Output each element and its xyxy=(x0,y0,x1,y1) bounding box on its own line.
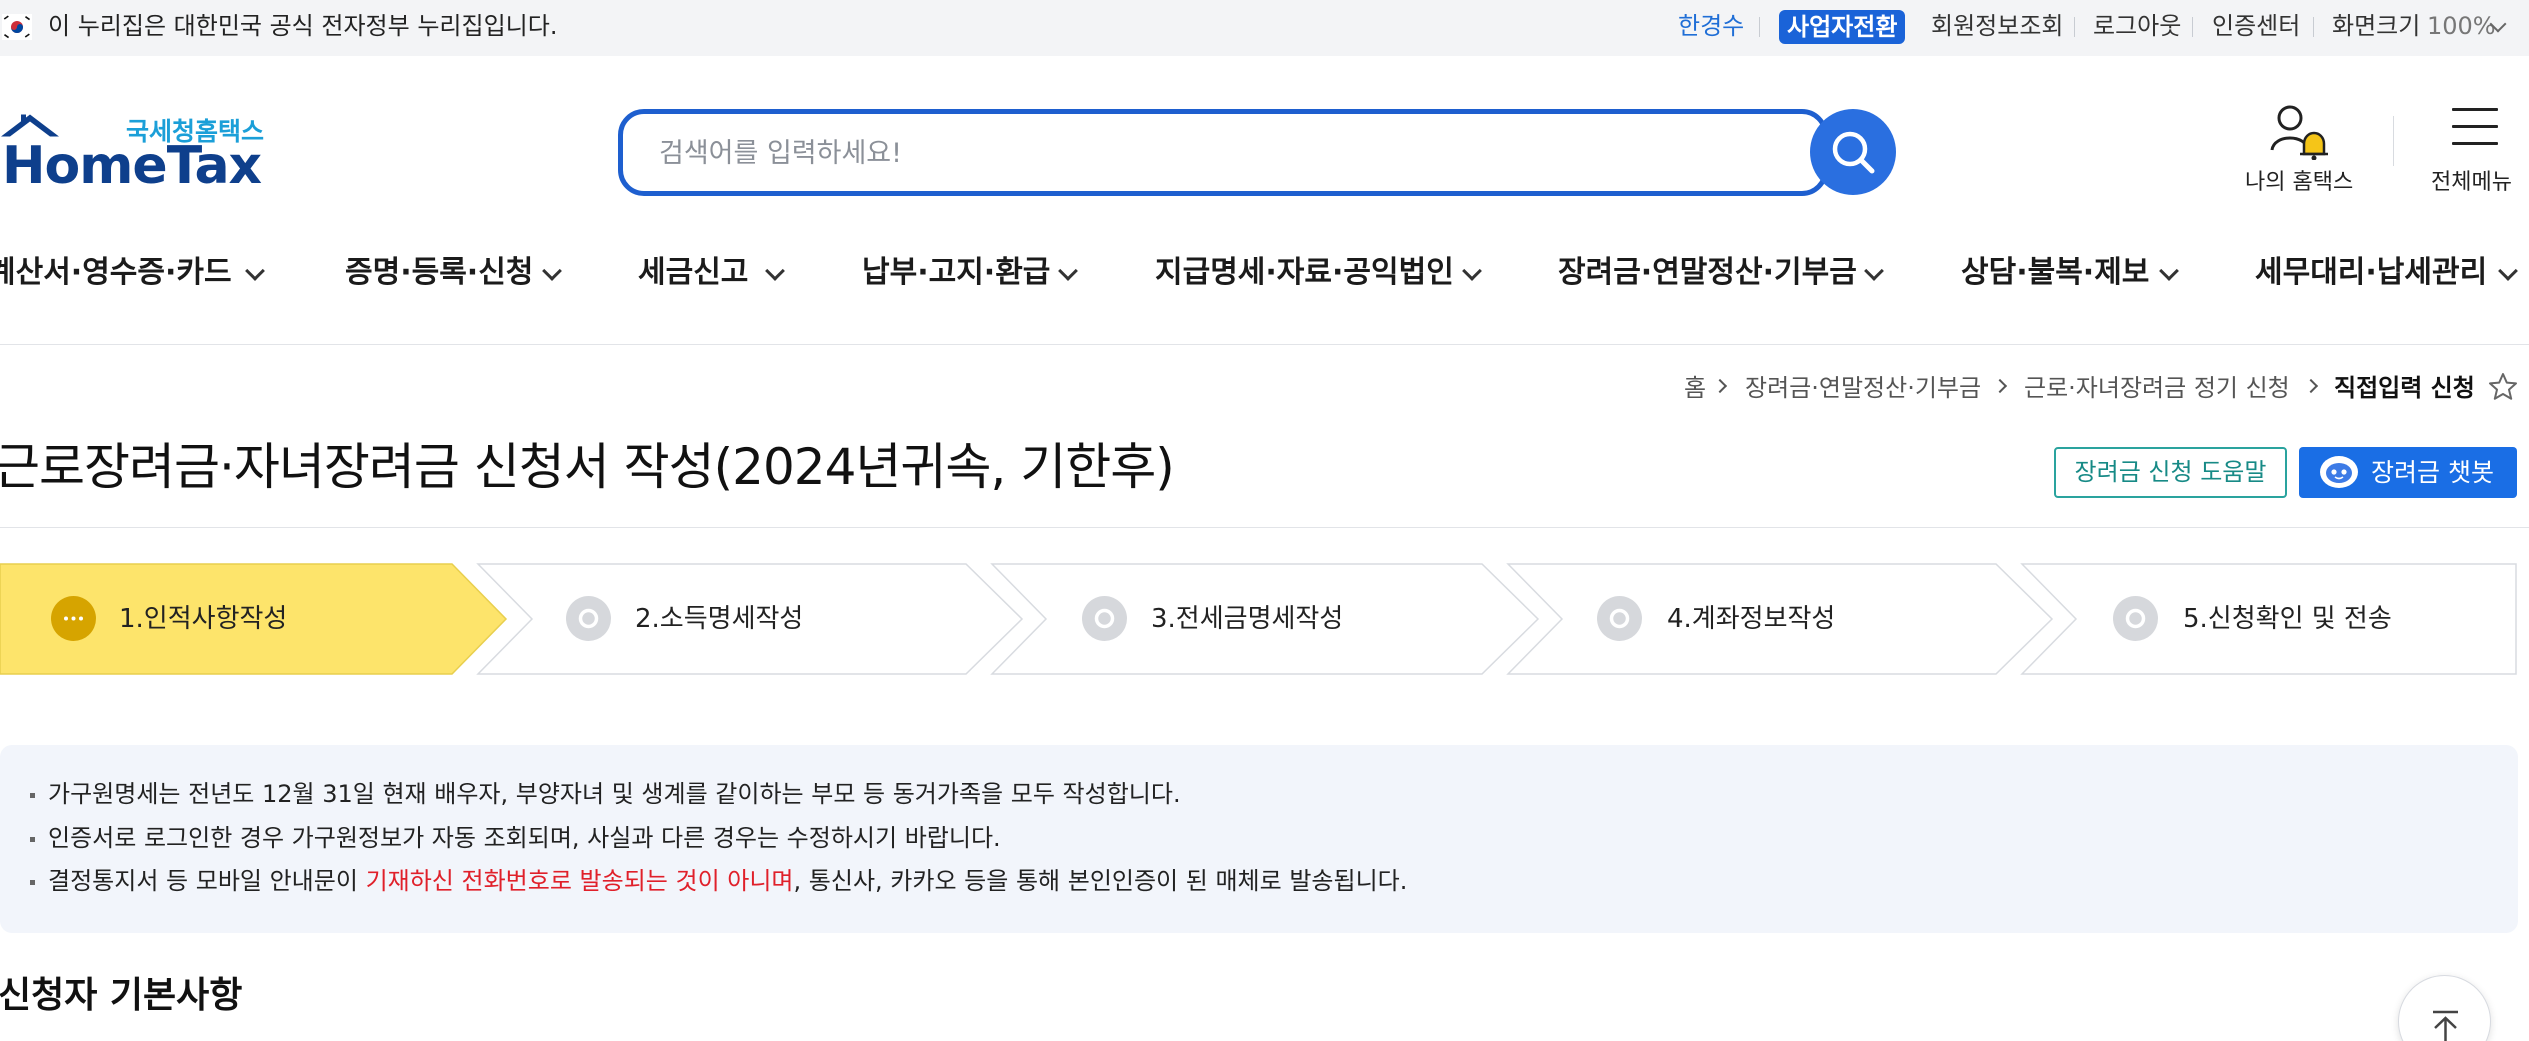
my-hometax-icon[interactable] xyxy=(2270,104,2330,160)
breadcrumb-incentive[interactable]: 장려금·연말정산·기부금 xyxy=(1745,372,1981,404)
chevron-down-icon[interactable] xyxy=(1058,261,1078,281)
step-2-label: 2.소득명세작성 xyxy=(635,604,804,634)
step-indicator: 1.인적사항작성 2.소득명세작성 3.전세금명세작성 4.계좌정보작성 5.신… xyxy=(0,563,2518,675)
gnb-item-incentive[interactable]: 장려금·연말정산·기부금 xyxy=(1558,240,1857,306)
breadcrumb-current: 직접입력 신청 xyxy=(2334,374,2475,402)
gnb-item-certificate[interactable]: 증명·등록·신청 xyxy=(345,240,533,306)
chevron-right-icon xyxy=(1712,378,1728,394)
global-nav: 계산서·영수증·카드 증명·등록·신청 세금신고 납부·고지·환급 지급명세·자… xyxy=(0,240,2529,306)
divider xyxy=(2313,17,2314,37)
step-in-progress-icon xyxy=(51,596,96,641)
chevron-down-icon[interactable] xyxy=(2498,261,2518,281)
gnb-item-consult[interactable]: 상담·불복·제보 xyxy=(1961,240,2149,306)
hamburger-menu-icon[interactable] xyxy=(2452,108,2498,148)
chevron-down-icon[interactable] xyxy=(245,261,265,281)
notice-item: 가구원명세는 전년도 12월 31일 현재 배우자, 부양자녀 및 생계를 같이… xyxy=(30,777,1181,811)
divider xyxy=(2192,17,2193,37)
notice-text: 인증서로 로그인한 경우 가구원정보가 자동 조회되며, 사실과 다른 경우는 … xyxy=(48,824,1001,852)
logo-title[interactable]: HomeTax xyxy=(2,136,262,196)
divider xyxy=(2074,17,2075,37)
search-input[interactable] xyxy=(659,132,1759,174)
chatbot-icon xyxy=(2320,456,2358,488)
search-box xyxy=(618,109,1828,196)
breadcrumb-home[interactable]: 홈 xyxy=(1684,372,1706,404)
member-info-link[interactable]: 회원정보조회 xyxy=(1931,9,2063,43)
step-3-label: 3.전세금명세작성 xyxy=(1151,604,1344,634)
notice-item: 결정통지서 등 모바일 안내문이 기재하신 전화번호로 발송되는 것이 아니며,… xyxy=(30,864,1407,898)
step-pending-icon xyxy=(566,596,611,641)
my-hometax-label[interactable]: 나의 홈택스 xyxy=(2245,164,2353,196)
favorite-star-icon[interactable] xyxy=(2488,372,2518,402)
divider xyxy=(2393,116,2394,166)
chevron-down-icon[interactable] xyxy=(542,261,562,281)
korea-flag-icon xyxy=(2,14,32,40)
gnb-item-agent[interactable]: 세무대리·납세관리 xyxy=(2255,240,2487,306)
incentive-help-button[interactable]: 장려금 신청 도움말 xyxy=(2054,447,2287,498)
step-pending-icon xyxy=(1082,596,1127,641)
step-pending-icon xyxy=(2113,596,2158,641)
notice-text: , 통신사, 카카오 등을 통해 본인인증이 된 매체로 발송됩니다. xyxy=(793,867,1408,895)
section-title: 신청자 기본사항 xyxy=(0,975,243,1016)
chevron-down-icon[interactable] xyxy=(1864,261,1884,281)
scroll-top-button[interactable] xyxy=(2398,975,2491,1041)
title-divider xyxy=(0,527,2529,528)
chevron-right-icon xyxy=(2303,378,2319,394)
chevron-down-icon[interactable] xyxy=(2159,261,2179,281)
arrow-up-icon xyxy=(2433,1010,2458,1041)
notice-text: 결정통지서 등 모바일 안내문이 xyxy=(48,867,366,895)
search-icon xyxy=(1832,131,1875,174)
gnb-item-invoice[interactable]: 계산서·영수증·카드 xyxy=(0,240,232,306)
search-button[interactable] xyxy=(1810,109,1896,195)
step-pending-icon xyxy=(1597,596,1642,641)
notice-warning-text: 기재하신 전화번호로 발송되는 것이 아니며 xyxy=(365,867,794,895)
gnb-item-tax-report[interactable]: 세금신고 xyxy=(638,240,748,306)
step-5-label: 5.신청확인 및 전송 xyxy=(2183,604,2392,634)
chevron-down-icon[interactable] xyxy=(1462,261,1482,281)
step-1-label: 1.인적사항작성 xyxy=(119,604,288,634)
logout-link[interactable]: 로그아웃 xyxy=(2093,9,2181,43)
user-name-link[interactable]: 한경수 xyxy=(1678,9,1744,43)
gnb-divider xyxy=(0,344,2529,345)
divider xyxy=(1759,17,1760,37)
chatbot-label: 장려금 챗봇 xyxy=(2371,458,2494,487)
breadcrumb-regular-apply[interactable]: 근로·자녀장려금 정기 신청 xyxy=(2024,372,2290,404)
incentive-chatbot-button[interactable]: 장려금 챗봇 xyxy=(2299,447,2517,498)
step-4-label: 4.계좌정보작성 xyxy=(1667,604,1836,634)
notice-text: 가구원명세는 전년도 12월 31일 현재 배우자, 부양자녀 및 생계를 같이… xyxy=(48,780,1181,808)
gnb-item-payment[interactable]: 납부·고지·환급 xyxy=(862,240,1050,306)
screen-size-label: 화면크기 xyxy=(2332,12,2421,40)
cert-center-link[interactable]: 인증센터 xyxy=(2212,9,2300,43)
gnb-item-statement[interactable]: 지급명세·자료·공익법인 xyxy=(1155,240,1454,306)
gov-notice-text: 이 누리집은 대한민국 공식 전자정부 누리집입니다. xyxy=(48,12,558,40)
notice-item: 인증서로 로그인한 경우 가구원정보가 자동 조회되며, 사실과 다른 경우는 … xyxy=(30,821,1001,855)
chevron-right-icon xyxy=(1992,378,2008,394)
switch-business-button[interactable]: 사업자전환 xyxy=(1779,10,1906,44)
zoom-select[interactable]: 100% xyxy=(2427,9,2496,43)
notice-box: 가구원명세는 전년도 12월 31일 현재 배우자, 부양자녀 및 생계를 같이… xyxy=(0,745,2518,933)
gov-notice-bar: 이 누리집은 대한민국 공식 전자정부 누리집입니다. 한경수 사업자전환 회원… xyxy=(0,0,2529,56)
page-title: 근로장려금·자녀장려금 신청서 작성(2024년귀속, 기한후) xyxy=(0,438,1175,496)
chevron-down-icon[interactable] xyxy=(765,261,785,281)
all-menu-label[interactable]: 전체메뉴 xyxy=(2431,164,2512,196)
